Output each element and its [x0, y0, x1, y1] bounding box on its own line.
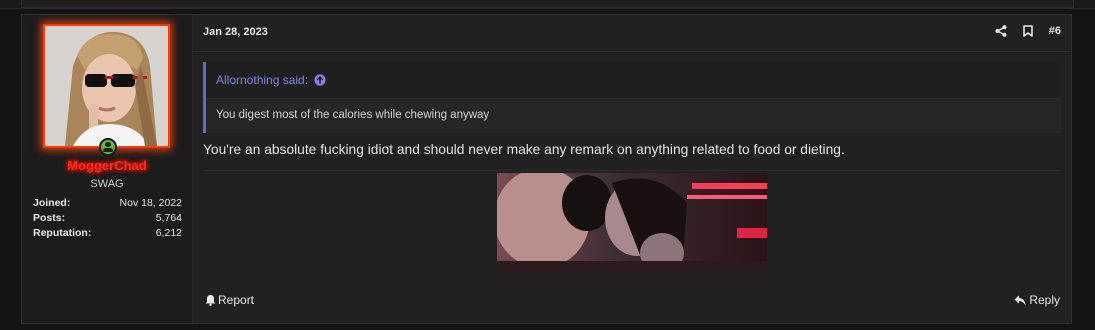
- bookmark-icon[interactable]: [1022, 23, 1035, 39]
- quote-header: Allornothing said:: [206, 62, 1061, 99]
- stat-label: Reputation:: [33, 227, 92, 239]
- post-header-actions: #6: [995, 23, 1061, 39]
- post-main: Jan 28, 2023 #6 Allornothing said: You d…: [192, 15, 1071, 323]
- post-footer: Report Reply: [192, 293, 1071, 311]
- bell-icon: [205, 295, 216, 306]
- arrow-up-circle-icon[interactable]: [314, 74, 326, 86]
- reply-label: Reply: [1029, 293, 1060, 307]
- user-avatar[interactable]: [43, 24, 170, 148]
- divider: [203, 170, 1061, 171]
- embedded-gif[interactable]: [497, 173, 767, 273]
- stat-value: 5,764: [155, 212, 182, 224]
- user-stats: Joined: Nov 18, 2022 Posts: 5,764 Reputa…: [33, 196, 182, 241]
- quote-text: You digest most of the calories while ch…: [216, 109, 490, 121]
- stat-posts: Posts: 5,764: [33, 211, 182, 226]
- stat-value: 6,212: [155, 227, 182, 239]
- stat-joined: Joined: Nov 18, 2022: [33, 196, 182, 211]
- user-sidebar: MoggerChad SWAG Joined: Nov 18, 2022 Pos…: [22, 15, 193, 323]
- forum-post: MoggerChad SWAG Joined: Nov 18, 2022 Pos…: [21, 14, 1072, 324]
- online-status-icon: [99, 138, 117, 156]
- stat-value: Nov 18, 2022: [119, 197, 182, 209]
- stat-label: Joined:: [33, 197, 71, 209]
- post-body-text: You're an absolute fucking idiot and sho…: [203, 142, 845, 157]
- reply-button[interactable]: Reply: [1014, 293, 1060, 307]
- stat-label: Posts:: [33, 212, 66, 224]
- gif-image: [497, 173, 767, 273]
- avatar-image: [45, 26, 168, 146]
- username-link[interactable]: MoggerChad: [22, 158, 192, 173]
- report-label: Report: [218, 293, 255, 307]
- share-icon[interactable]: [995, 23, 1008, 39]
- post-number-link[interactable]: #6: [1049, 25, 1061, 37]
- reply-arrow-icon: [1014, 295, 1026, 305]
- stat-reputation: Reputation: 6,212: [33, 226, 182, 241]
- report-link[interactable]: Report: [205, 293, 254, 307]
- previous-post-edge: [0, 0, 1095, 9]
- quote-author[interactable]: Allornothing said:: [216, 73, 308, 87]
- post-header: Jan 28, 2023 #6: [192, 15, 1071, 52]
- post-date[interactable]: Jan 28, 2023: [203, 26, 268, 38]
- user-title: SWAG: [90, 178, 124, 190]
- quote-block: Allornothing said: You digest most of th…: [203, 62, 1061, 133]
